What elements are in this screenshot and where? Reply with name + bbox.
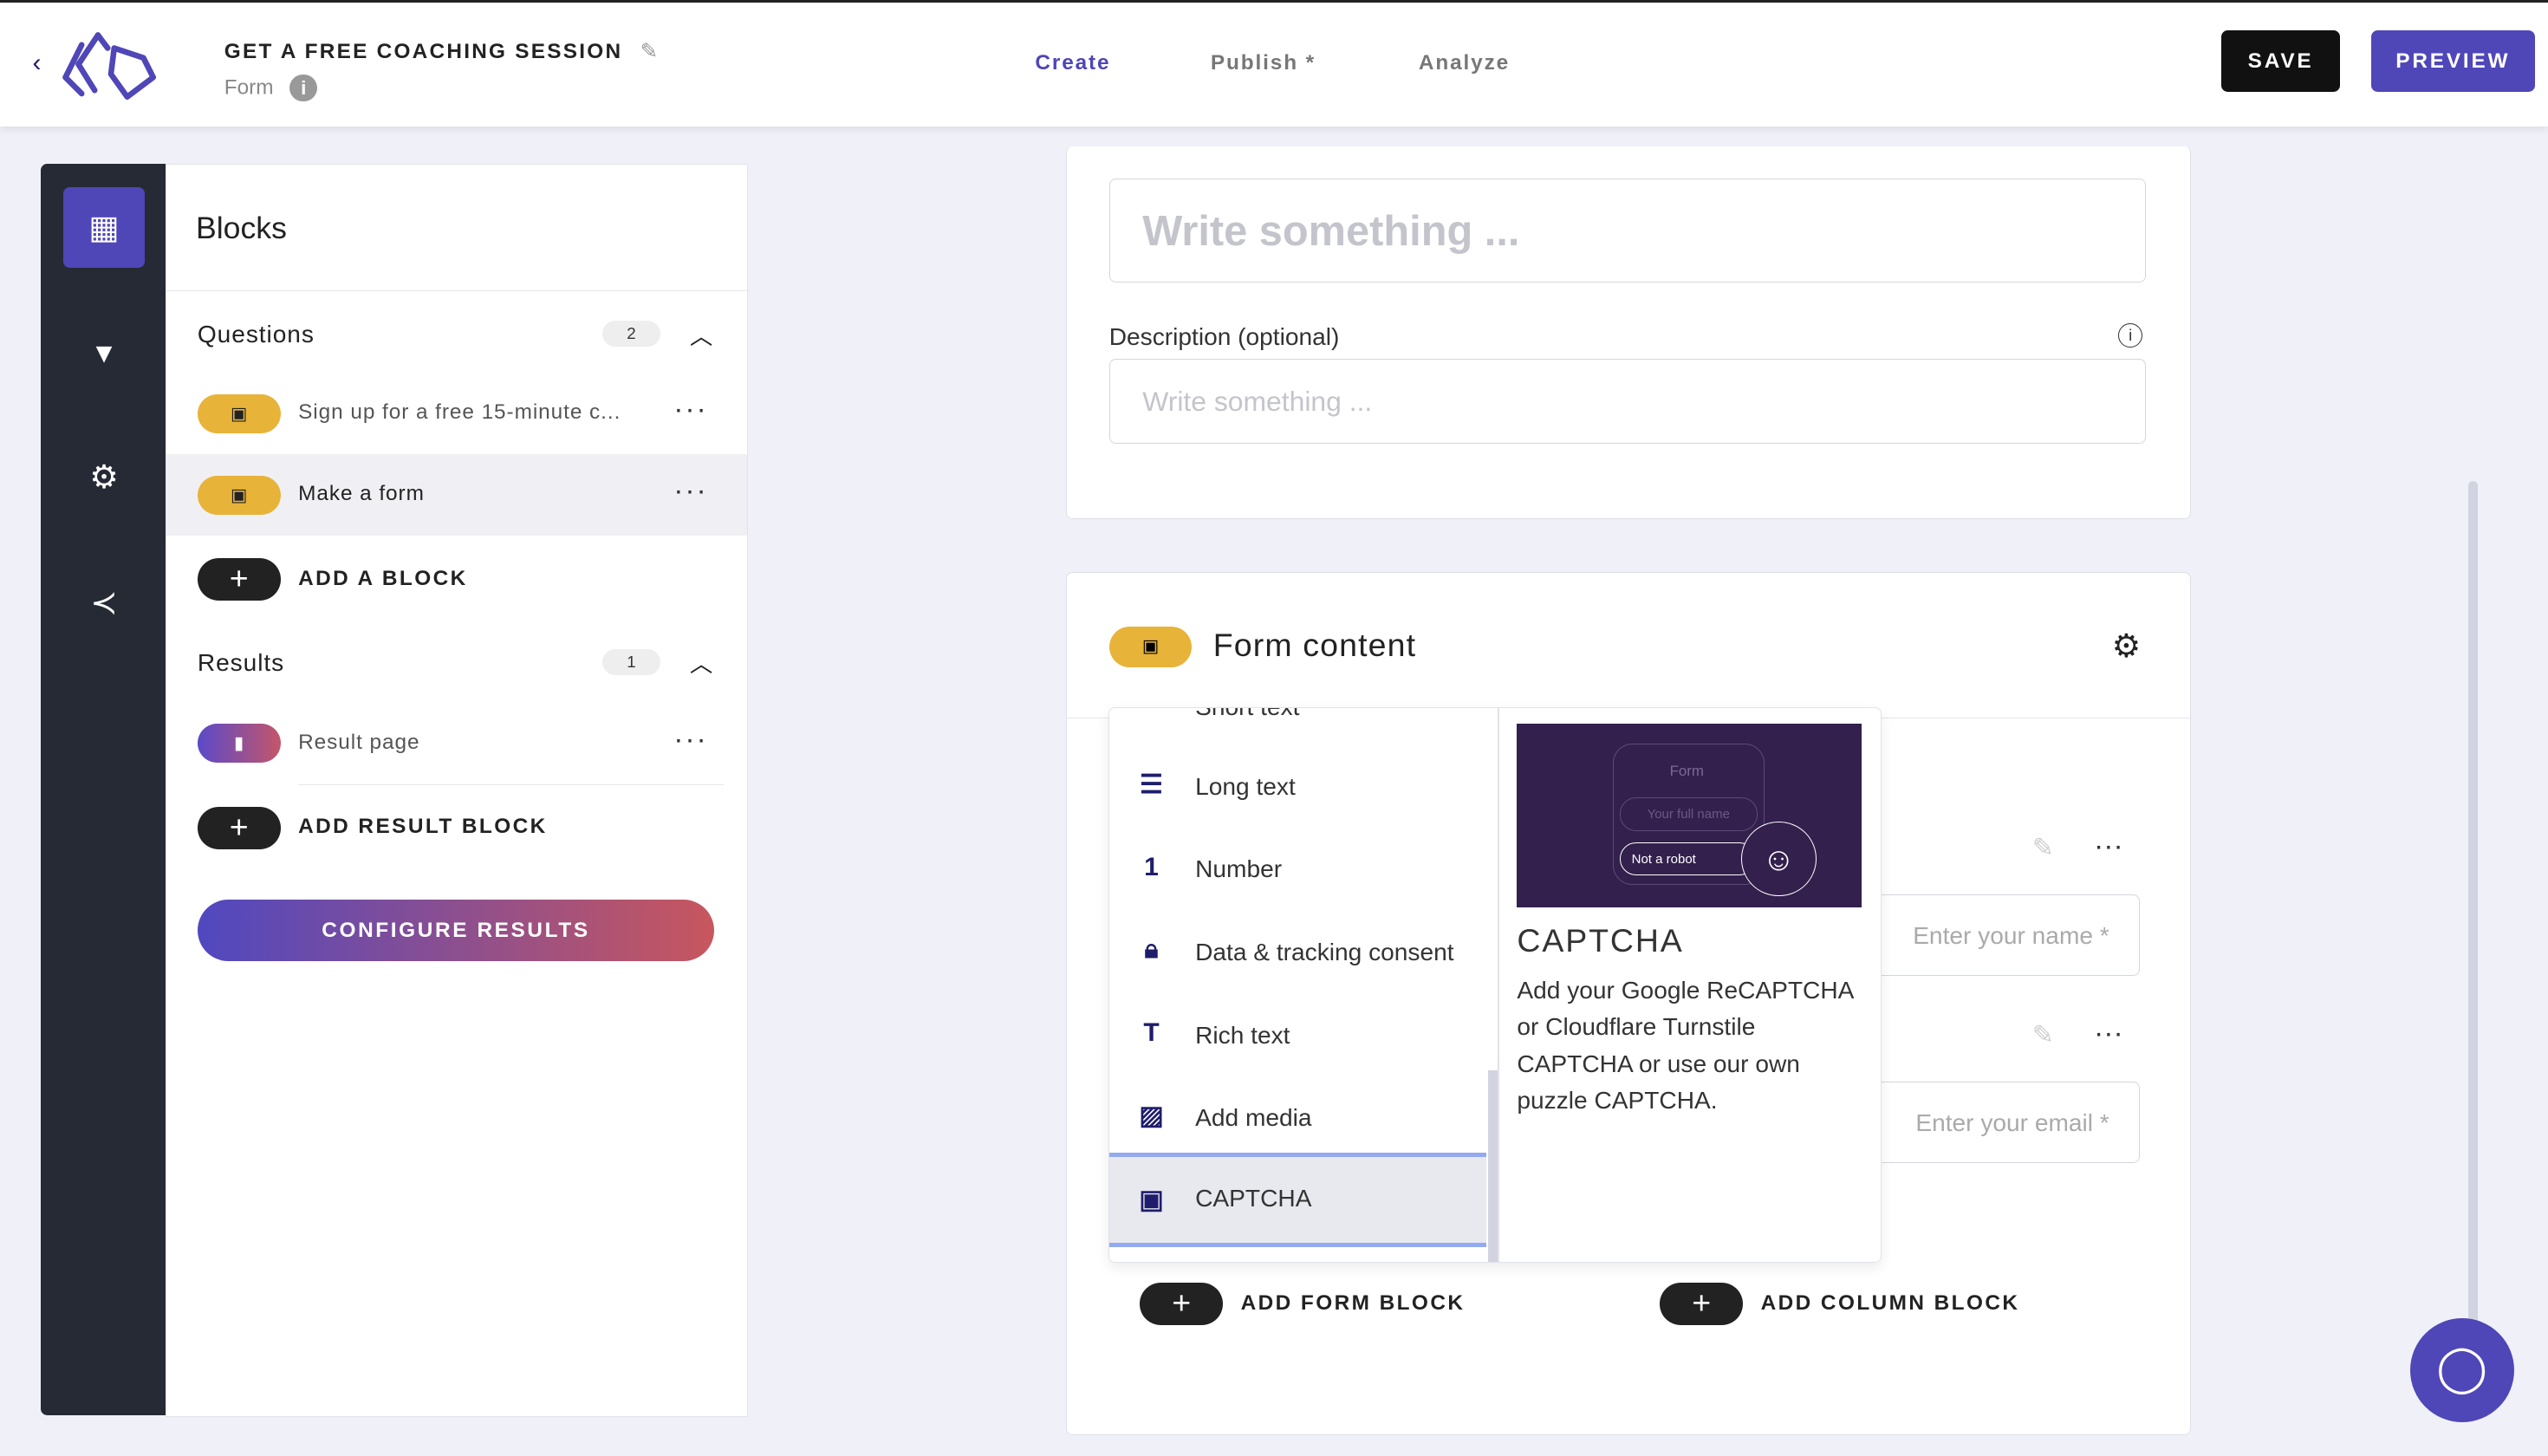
- description-input[interactable]: Write something ...: [1108, 359, 2146, 444]
- chat-bubble-icon[interactable]: ◯: [2409, 1317, 2514, 1422]
- text-icon: T: [1143, 1017, 1160, 1047]
- info-icon[interactable]: i: [289, 74, 318, 102]
- calendar-icon: ▣: [197, 475, 281, 515]
- robot-icon: ☺: [1741, 821, 1817, 897]
- divider: [1497, 707, 1499, 1262]
- questions-heading: Questions: [197, 321, 315, 348]
- captcha-description: Add your Google ReCAPTCHA or Cloudflare …: [1517, 977, 1853, 1114]
- preview-form-label: Form: [1669, 763, 1704, 780]
- menu-item-label: Add media: [1195, 1104, 1312, 1132]
- add-block-button[interactable]: +: [197, 558, 281, 601]
- result-label: Result page: [298, 730, 420, 754]
- menu-scrollbar[interactable]: [1487, 1069, 1498, 1262]
- menu-item-long-text[interactable]: ☰ Long text: [1109, 747, 1486, 830]
- blocks-grid-icon[interactable]: ▦: [63, 186, 145, 269]
- add-result-block-label[interactable]: ADD RESULT BLOCK: [298, 815, 548, 839]
- question-label: Sign up for a free 15-minute c...: [298, 400, 621, 425]
- form-content-title: Form content: [1212, 626, 1417, 663]
- questions-count: 2: [601, 321, 661, 348]
- calendar-icon: ▣: [1108, 626, 1193, 667]
- form-type: Form i: [224, 74, 318, 102]
- form-type-label: Form: [224, 75, 274, 99]
- tab-publish[interactable]: Publish *: [1211, 51, 1316, 75]
- chevron-left-icon[interactable]: ‹: [33, 49, 42, 78]
- add-block-label[interactable]: ADD A BLOCK: [298, 567, 468, 591]
- form-title: GET A FREE COACHING SESSION ✎: [224, 38, 660, 64]
- result-item[interactable]: ▮ Result page ···: [166, 703, 746, 784]
- menu-item-consent[interactable]: 🔒︎ Data & tracking consent: [1109, 913, 1486, 996]
- question-card: Write something ... Description (optiona…: [1066, 146, 2191, 520]
- more-icon[interactable]: ···: [673, 393, 707, 426]
- menu-item-label: CAPTCHA: [1195, 1185, 1312, 1212]
- menu-item-add-media[interactable]: ▨ Add media: [1109, 1078, 1486, 1161]
- preview-button[interactable]: PREVIEW: [2370, 29, 2535, 93]
- preview-button: Not a robot: [1619, 842, 1756, 875]
- captcha-preview-image: Form Your full name Not a robot ☺: [1517, 724, 1862, 908]
- question-item[interactable]: ▣ Make a form ···: [166, 454, 747, 536]
- divider: [166, 289, 747, 291]
- block-type-menu: Short text ☰ Long text 1 Number 🔒︎ Data & t…: [1108, 706, 1882, 1263]
- add-result-block-button[interactable]: +: [197, 807, 281, 849]
- more-icon[interactable]: ···: [673, 723, 707, 757]
- menu-item-label: Long text: [1195, 772, 1296, 800]
- menu-item-label: Data & tracking consent: [1195, 938, 1454, 965]
- save-button[interactable]: SAVE: [2221, 29, 2340, 93]
- configure-results-button[interactable]: CONFIGURE RESULTS: [197, 899, 715, 962]
- name-input[interactable]: Enter your name *: [1862, 894, 2140, 976]
- more-icon[interactable]: ···: [673, 474, 707, 508]
- preview-field: Your full name: [1619, 796, 1758, 832]
- tab-create[interactable]: Create: [1035, 51, 1110, 75]
- menu-item-number[interactable]: 1 Number: [1109, 829, 1486, 913]
- menu-item-short-text[interactable]: Short text: [1195, 708, 1299, 721]
- add-form-block-label[interactable]: ADD FORM BLOCK: [1241, 1291, 1466, 1316]
- share-icon[interactable]: ≺: [63, 562, 145, 644]
- pencil-icon[interactable]: ✎: [640, 40, 660, 63]
- add-form-block-button[interactable]: +: [1140, 1283, 1223, 1326]
- pencil-icon[interactable]: ✎: [2032, 833, 2054, 863]
- blocks-title: Blocks: [196, 210, 287, 245]
- logo-icon[interactable]: [59, 29, 159, 101]
- calendar-icon: ▣: [197, 393, 281, 433]
- add-column-block-button[interactable]: +: [1660, 1283, 1743, 1326]
- menu-item-captcha[interactable]: ▣ CAPTCHA: [1108, 1153, 1486, 1248]
- gear-icon[interactable]: ⚙: [63, 437, 145, 518]
- form-title-text: GET A FREE COACHING SESSION: [224, 40, 623, 64]
- app: ‹ GET A FREE COACHING SESSION ✎ Form i Cr…: [0, 0, 2548, 1456]
- title-input[interactable]: Write something ...: [1108, 179, 2146, 283]
- more-icon[interactable]: ···: [2094, 829, 2123, 863]
- bookmark-icon: ▮: [197, 724, 281, 764]
- long-text-icon: ☰: [1140, 770, 1163, 799]
- top-bar: ‹ GET A FREE COACHING SESSION ✎ Form i Cr…: [0, 0, 2548, 127]
- results-heading: Results: [197, 649, 285, 677]
- divider: [298, 783, 725, 785]
- blocks-panel: Blocks Questions 2 ︿ ▣ Sign up for a fre…: [166, 164, 748, 1418]
- image-icon: ▨: [1139, 1102, 1164, 1131]
- chevron-up-icon[interactable]: ︿: [690, 318, 712, 351]
- description-label: Description (optional): [1108, 323, 1340, 351]
- more-icon[interactable]: ···: [2094, 1017, 2123, 1050]
- number-icon: 1: [1144, 852, 1159, 881]
- menu-item-rich-text[interactable]: T Rich text: [1109, 996, 1486, 1079]
- email-input[interactable]: Enter your email *: [1862, 1081, 2140, 1163]
- sidebar-rail: ▦ ▾ ⚙ ≺: [40, 164, 168, 1416]
- add-column-block-label[interactable]: ADD COLUMN BLOCK: [1761, 1291, 2020, 1316]
- captcha-title: CAPTCHA: [1517, 922, 1684, 959]
- menu-item-label: Rich text: [1195, 1021, 1290, 1049]
- info-icon[interactable]: i: [2118, 323, 2143, 348]
- robot-icon: ▣: [1139, 1186, 1164, 1215]
- question-label: Make a form: [298, 482, 425, 505]
- gear-icon[interactable]: ⚙: [2112, 627, 2142, 665]
- tab-analyze[interactable]: Analyze: [1419, 51, 1510, 75]
- question-item[interactable]: ▣ Sign up for a free 15-minute c... ···: [166, 373, 746, 454]
- menu-item-label: Number: [1195, 855, 1283, 883]
- page-scrollbar[interactable]: [2468, 481, 2479, 1326]
- pencil-icon[interactable]: ✎: [2032, 1020, 2054, 1050]
- lock-icon: 🔒︎: [1144, 935, 1159, 965]
- chevron-up-icon[interactable]: ︿: [690, 646, 712, 679]
- paintbrush-icon[interactable]: ▾: [63, 312, 145, 393]
- results-count: 1: [601, 649, 661, 676]
